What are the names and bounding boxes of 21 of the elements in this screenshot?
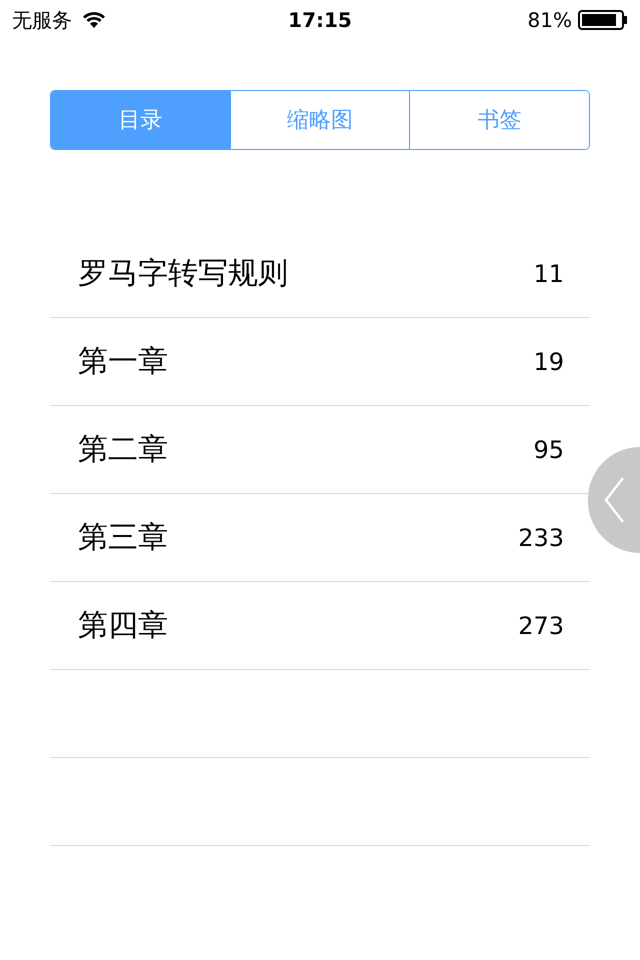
chapter-title: 第四章 [78, 607, 168, 645]
chapter-title: 第二章 [78, 431, 168, 469]
page-number: 95 [533, 434, 564, 466]
page-number: 11 [533, 258, 564, 290]
chapter-title: 第一章 [78, 343, 168, 381]
chapter-row[interactable]: 第四章 273 [50, 582, 590, 670]
page-number: 19 [533, 346, 564, 378]
page-number: 273 [518, 610, 564, 642]
page-number: 233 [518, 522, 564, 554]
battery-icon [578, 10, 628, 30]
chapter-title: 第三章 [78, 519, 168, 557]
wifi-icon [82, 11, 106, 29]
battery-percent: 81% [528, 7, 572, 34]
chapter-row[interactable]: 第三章 233 [50, 494, 590, 582]
chapter-row[interactable]: 第二章 95 [50, 406, 590, 494]
chapter-row[interactable]: 罗马字转写规则 11 [50, 230, 590, 318]
clock-time: 17:15 [288, 7, 352, 34]
chapter-title: 罗马字转写规则 [78, 255, 288, 293]
chevron-left-icon [603, 476, 625, 524]
chapter-row[interactable]: 第一章 19 [50, 318, 590, 406]
carrier-label: 无服务 [12, 7, 72, 34]
